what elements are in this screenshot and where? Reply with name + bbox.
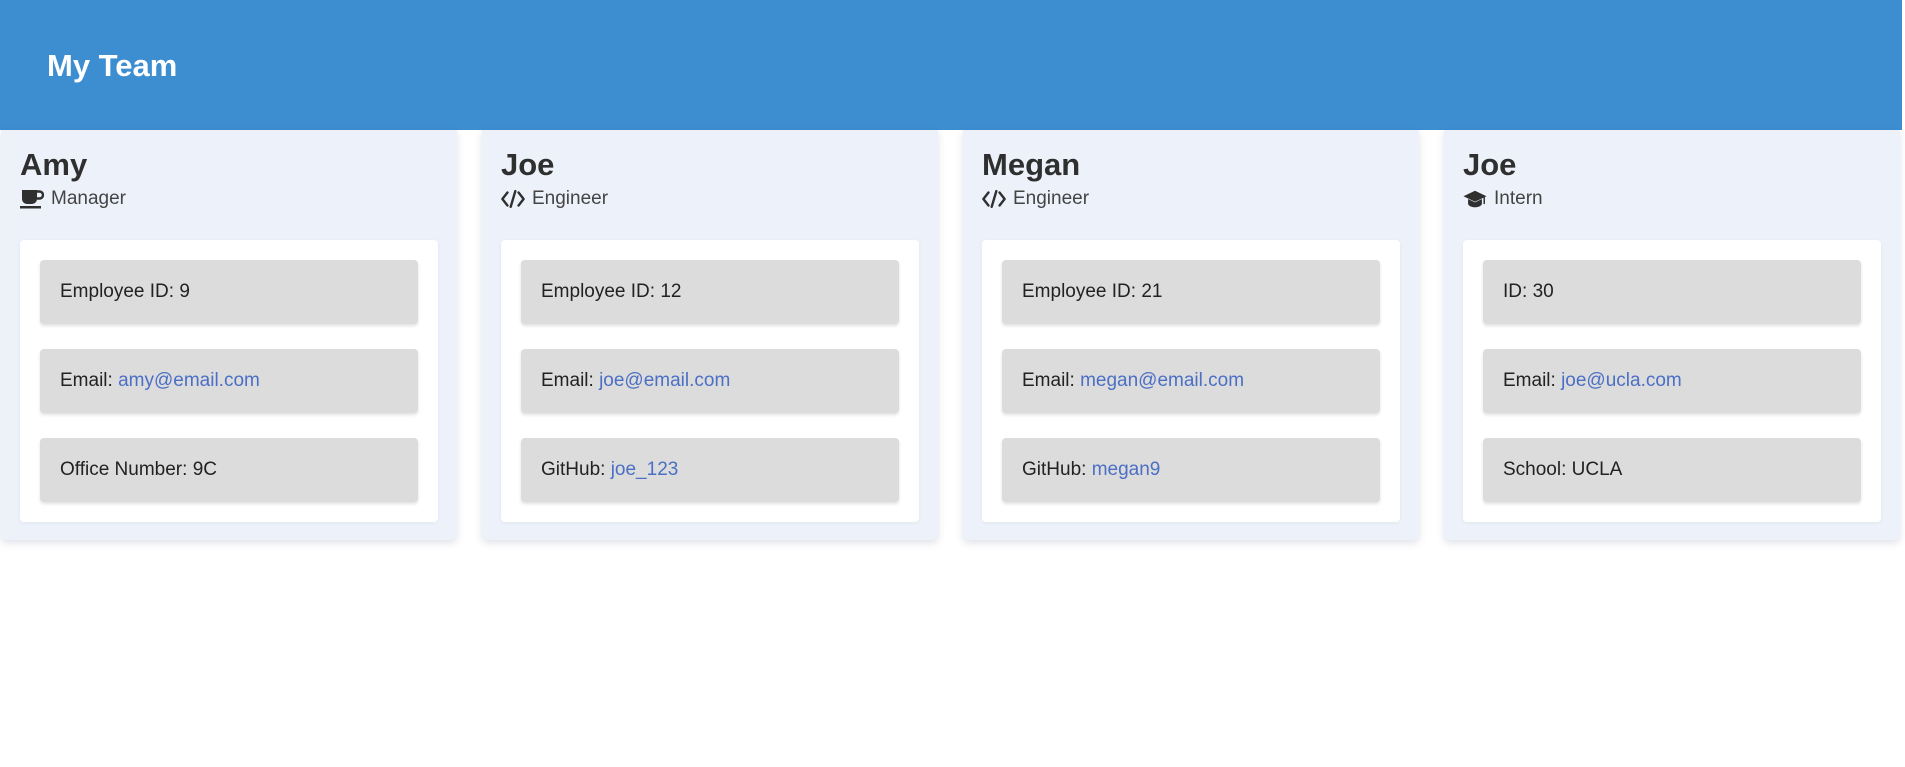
email-item: Email: megan@email.com (1002, 349, 1380, 413)
card-header: Amy Manager (20, 146, 126, 212)
email-label: Email: (1022, 370, 1075, 391)
code-brackets-icon (501, 188, 525, 210)
employee-id-label: Employee ID: (541, 281, 656, 302)
email-link[interactable]: megan@email.com (1080, 370, 1244, 391)
github-link[interactable]: joe_123 (611, 459, 679, 480)
employee-id-item: Employee ID: 12 (521, 260, 899, 324)
github-item: GitHub: megan9 (1002, 438, 1380, 502)
card-header: Joe Engineer (501, 146, 608, 212)
employee-role-label: Manager (51, 188, 126, 209)
employee-id-item: Employee ID: 9 (40, 260, 418, 324)
card-details: Employee ID: 21 Email: megan@email.com G… (982, 240, 1400, 522)
employee-id-item: ID: 30 (1483, 260, 1861, 324)
employee-id-value: 21 (1141, 281, 1163, 302)
email-item: Email: joe@ucla.com (1483, 349, 1861, 413)
page-header: My Team (0, 0, 1902, 130)
email-link[interactable]: joe@email.com (599, 370, 730, 391)
office-number-label: Office Number: (60, 459, 188, 480)
employee-name: Amy (20, 147, 88, 182)
team-cards: Amy Manager Employee ID: 9 Email: amy@em… (0, 130, 1905, 542)
employee-card: Megan Engineer Employee ID: 21 Email: me… (963, 130, 1419, 540)
employee-role-label: Intern (1494, 188, 1543, 209)
employee-card: Joe Engineer Employee ID: 12 Email: joe@… (482, 130, 938, 540)
employee-role: Intern (1463, 186, 1543, 212)
school-value: UCLA (1571, 459, 1623, 480)
email-link[interactable]: joe@ucla.com (1561, 370, 1682, 391)
github-link[interactable]: megan9 (1092, 459, 1161, 480)
employee-id-label: Employee ID: (60, 281, 175, 302)
employee-role: Engineer (501, 186, 608, 212)
email-label: Email: (541, 370, 594, 391)
employee-role-label: Engineer (532, 188, 609, 209)
code-brackets-icon (982, 188, 1006, 210)
office-number-value: 9C (192, 459, 217, 480)
card-details: Employee ID: 12 Email: joe@email.com Git… (501, 240, 919, 522)
graduation-cap-icon (1463, 188, 1487, 210)
page-title: My Team (47, 48, 178, 83)
email-item: Email: joe@email.com (521, 349, 899, 413)
employee-name: Joe (1463, 147, 1517, 182)
employee-id-value: 30 (1532, 281, 1554, 302)
employee-id-value: 9 (179, 281, 190, 302)
employee-name: Megan (982, 147, 1081, 182)
employee-card: Amy Manager Employee ID: 9 Email: amy@em… (1, 130, 457, 540)
email-label: Email: (60, 370, 113, 391)
email-label: Email: (1503, 370, 1556, 391)
email-link[interactable]: amy@email.com (118, 370, 260, 391)
employee-id-value: 12 (660, 281, 682, 302)
employee-id-label: ID: (1503, 281, 1528, 302)
office-number-item: Office Number: 9C (40, 438, 418, 502)
school-label: School: (1503, 459, 1567, 480)
school-item: School: UCLA (1483, 438, 1861, 502)
email-item: Email: amy@email.com (40, 349, 418, 413)
card-header: Joe Intern (1463, 146, 1543, 212)
github-label: GitHub: (541, 459, 606, 480)
card-details: ID: 30 Email: joe@ucla.com School: UCLA (1463, 240, 1881, 522)
employee-card: Joe Intern ID: 30 Email: joe@ucla.com Sc… (1444, 130, 1900, 540)
employee-role: Manager (20, 186, 126, 212)
card-header: Megan Engineer (982, 146, 1089, 212)
employee-name: Joe (501, 147, 555, 182)
employee-role-label: Engineer (1013, 188, 1090, 209)
github-item: GitHub: joe_123 (521, 438, 899, 502)
github-label: GitHub: (1022, 459, 1087, 480)
employee-role: Engineer (982, 186, 1089, 212)
card-details: Employee ID: 9 Email: amy@email.com Offi… (20, 240, 438, 522)
employee-id-label: Employee ID: (1022, 281, 1137, 302)
coffee-mug-icon (20, 188, 44, 210)
employee-id-item: Employee ID: 21 (1002, 260, 1380, 324)
